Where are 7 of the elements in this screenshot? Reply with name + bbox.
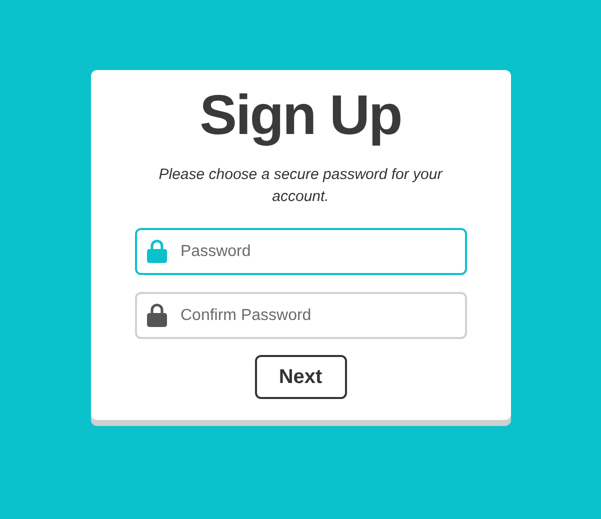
password-field[interactable]: Confirm Password [134, 292, 466, 339]
password-field[interactable]: Password [134, 228, 466, 275]
lock-icon [146, 239, 166, 263]
instructions-text: Please choose a secure password for your account. [158, 165, 444, 207]
lock-icon [146, 303, 166, 327]
next-button[interactable]: Next [254, 355, 346, 399]
page-title: Sign Up [200, 82, 402, 148]
